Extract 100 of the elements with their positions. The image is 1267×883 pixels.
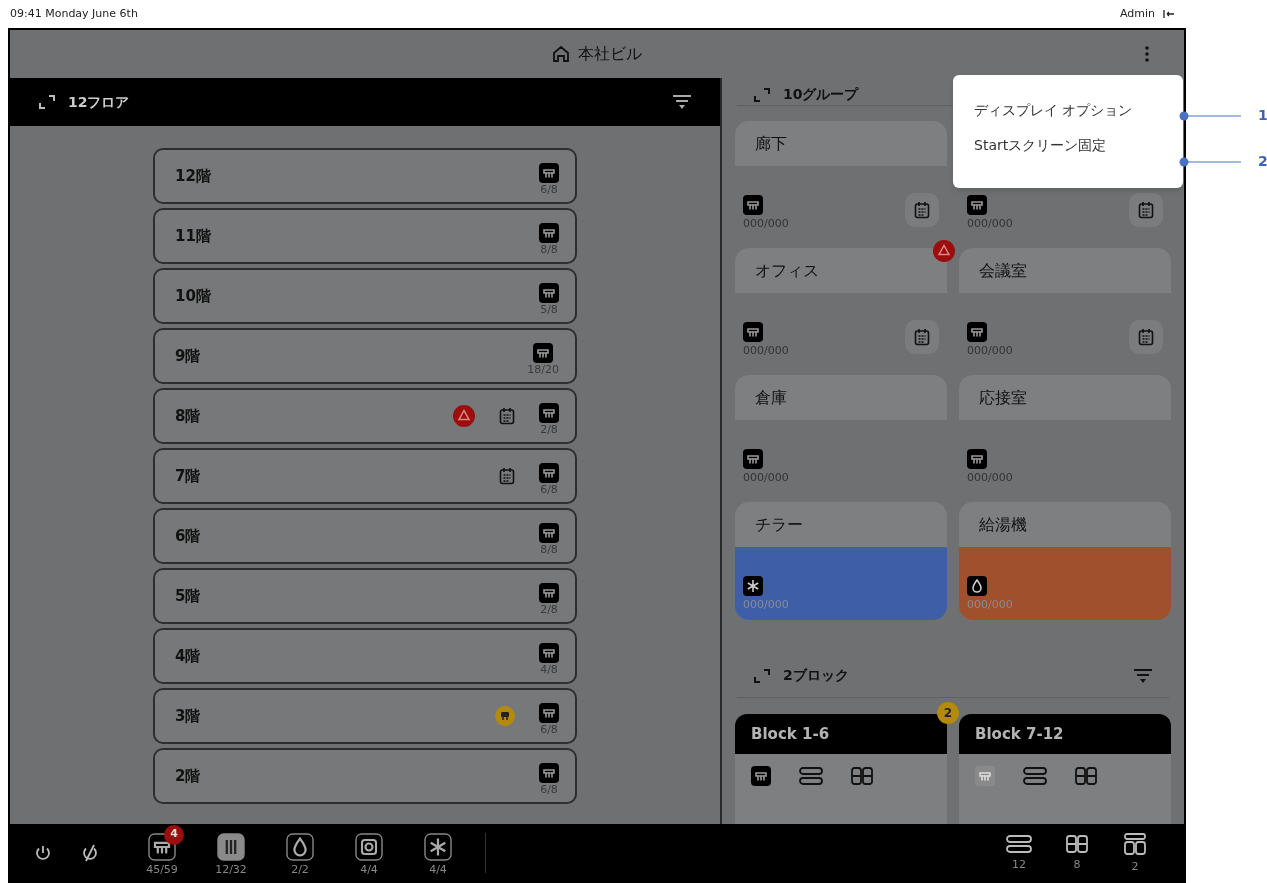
logout-icon[interactable] <box>1163 9 1175 19</box>
floor-card[interactable]: 4階 4/8 <box>153 628 577 684</box>
menu-item[interactable]: ディスプレイ オプション <box>974 100 1183 121</box>
unit-count: 000/000 <box>743 217 789 231</box>
blocks-view-icon[interactable] <box>1123 831 1147 856</box>
unit-count: 000/000 <box>743 598 789 612</box>
group-name: 給湯機 <box>979 513 1027 536</box>
unit-count: 8/8 <box>540 243 558 257</box>
calendar-icon <box>1138 201 1154 219</box>
water-drop-icon <box>967 576 987 596</box>
group-card[interactable]: チラー 000/000 <box>735 502 947 620</box>
air-conditioner-icon <box>743 322 763 342</box>
leader-line <box>1179 155 1241 168</box>
notification-badge: 2 <box>937 702 959 724</box>
device-filter-button[interactable]: 4/4 <box>412 828 464 877</box>
device-filter-button[interactable]: 12/32 <box>205 828 257 877</box>
floors-view-icon[interactable] <box>1005 833 1033 854</box>
air-conditioner-icon <box>539 703 559 723</box>
floor-card[interactable]: 5階 2/8 <box>153 568 577 624</box>
floor-card[interactable]: 7階 6/8 <box>153 448 577 504</box>
group-name: 倉庫 <box>755 386 787 409</box>
air-conditioner-icon <box>967 195 987 215</box>
calendar-icon <box>1138 328 1154 346</box>
group-card[interactable]: 倉庫 000/000 <box>735 375 947 493</box>
calendar-icon <box>914 328 930 346</box>
group-name: オフィス <box>755 259 819 282</box>
floor-card[interactable]: 12階 6/8 <box>153 148 577 204</box>
floor-name: 2階 <box>175 765 202 787</box>
floor-name: 11階 <box>175 225 212 247</box>
air-conditioner-icon <box>743 449 763 469</box>
air-conditioner-icon <box>539 163 559 183</box>
floor-card[interactable]: 10階 5/8 <box>153 268 577 324</box>
air-conditioner-icon <box>539 523 559 543</box>
building-title: 本社ビル <box>578 43 642 65</box>
air-conditioner-icon <box>751 766 771 786</box>
unit-count: 6/8 <box>540 483 558 497</box>
air-conditioner-icon <box>743 195 763 215</box>
menu-item[interactable]: Startスクリーン固定 <box>974 135 1183 156</box>
floor-card[interactable]: 11階 8/8 <box>153 208 577 264</box>
floor-name: 5階 <box>175 585 202 607</box>
section-title: 2ブロック <box>783 666 850 685</box>
unit-count: 000/000 <box>967 217 1013 231</box>
power-off-icon[interactable] <box>80 842 100 863</box>
ventilation-icon <box>217 832 245 861</box>
air-conditioner-icon <box>539 763 559 783</box>
unit-count: 000/000 <box>743 471 789 485</box>
more-icon[interactable] <box>1144 45 1150 63</box>
floor-card[interactable]: 8階 2/8 <box>153 388 577 444</box>
device-filter-button[interactable]: 2/2 <box>274 828 326 877</box>
air-conditioner-icon <box>539 583 559 603</box>
date-time: 09:41 Monday June 6th <box>10 5 138 22</box>
device-filter-button[interactable]: 4/4 <box>343 828 395 877</box>
snowflake-icon <box>743 576 763 596</box>
service-icon <box>495 706 515 726</box>
floor-card[interactable]: 6階 8/8 <box>153 508 577 564</box>
view-count: 12 <box>1012 857 1026 872</box>
group-card[interactable]: 会議室 000/000 <box>959 248 1171 366</box>
unit-count: 000/000 <box>967 598 1013 612</box>
water-drop-icon <box>286 832 314 861</box>
unit-count: 18/20 <box>527 363 559 377</box>
group-card[interactable]: 給湯機 000/000 <box>959 502 1171 620</box>
floors-icon <box>799 767 823 785</box>
unit-count: 5/8 <box>540 303 558 317</box>
filter-icon[interactable] <box>672 94 692 110</box>
group-card[interactable]: 廊下 000/000 <box>735 121 947 239</box>
unit-count: 2/8 <box>540 603 558 617</box>
floor-name: 12階 <box>175 165 212 187</box>
warning-icon <box>933 240 955 262</box>
floor-card[interactable]: 2階 6/8 <box>153 748 577 804</box>
snowflake-icon <box>424 832 452 861</box>
groups-icon <box>851 767 873 785</box>
group-card[interactable]: オフィス 000/000 <box>735 248 947 366</box>
floor-card[interactable]: 9階 18/20 <box>153 328 577 384</box>
floor-name: 3階 <box>175 705 202 727</box>
power-icon[interactable] <box>34 843 52 862</box>
view-count: 8 <box>1073 857 1081 872</box>
floor-name: 6階 <box>175 525 202 547</box>
unit-count: 000/000 <box>967 344 1013 358</box>
group-card[interactable]: 応接室 000/000 <box>959 375 1171 493</box>
filter-icon[interactable] <box>1133 667 1153 684</box>
calendar-icon <box>499 407 515 425</box>
group-name: 応接室 <box>979 386 1027 409</box>
block-card[interactable]: Block 7-12 <box>959 714 1171 824</box>
floor-name: 10階 <box>175 285 212 307</box>
view-count: 2 <box>1131 859 1139 874</box>
expand-icon[interactable] <box>38 93 56 111</box>
air-conditioner-icon <box>539 283 559 303</box>
unit-count: 000/000 <box>967 471 1013 485</box>
floor-name: 7階 <box>175 465 202 487</box>
unit-count: 2/8 <box>540 423 558 437</box>
groups-icon <box>1075 767 1097 785</box>
floor-card[interactable]: 3階 6/8 <box>153 688 577 744</box>
floor-name: 9階 <box>175 345 202 367</box>
floors-icon <box>1023 767 1047 785</box>
air-conditioner-icon <box>539 643 559 663</box>
home-icon <box>552 45 570 63</box>
groups-view-icon[interactable] <box>1065 833 1089 854</box>
section-title: 10グループ <box>783 85 860 104</box>
air-conditioner-icon <box>539 403 559 423</box>
callout-number: 1 <box>1258 106 1267 125</box>
